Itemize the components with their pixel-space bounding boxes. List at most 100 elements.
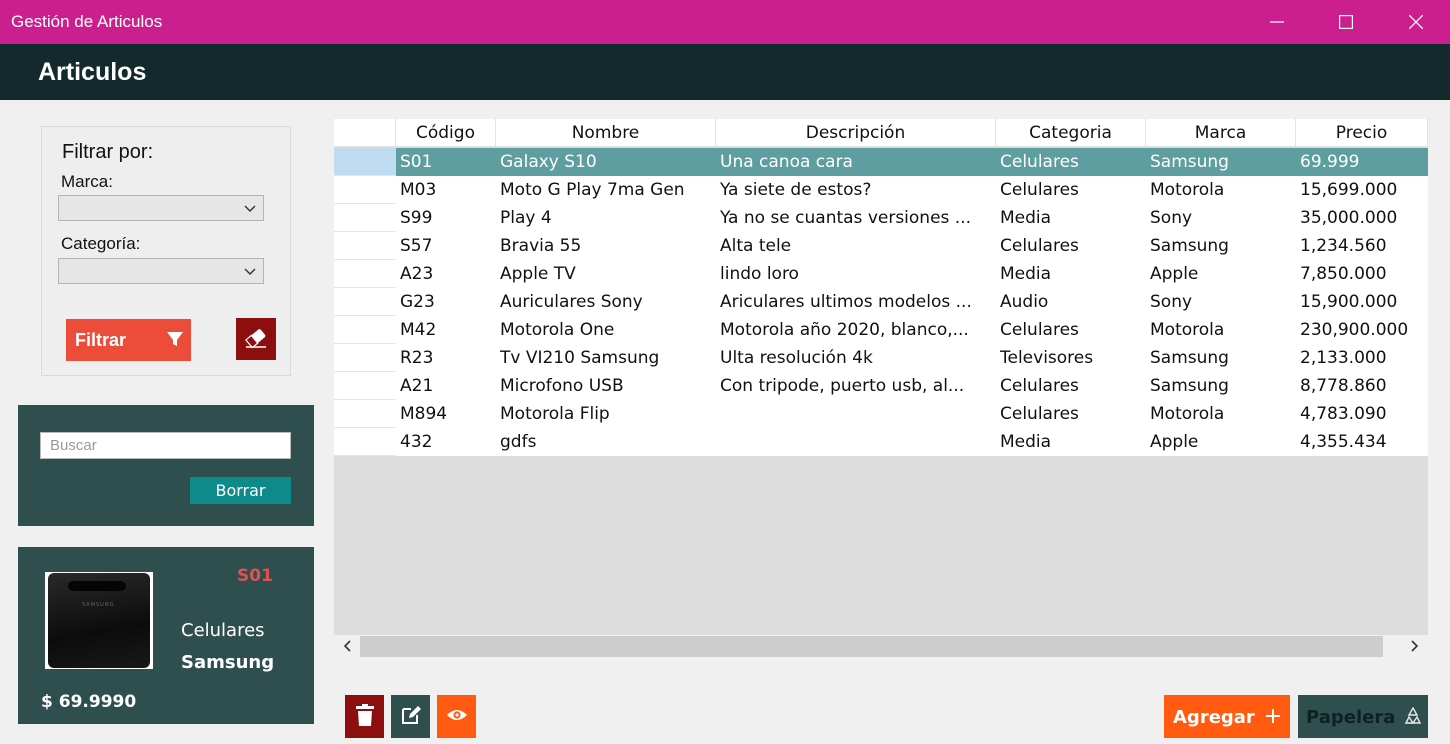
- maximize-button[interactable]: [1311, 0, 1381, 44]
- cell-description[interactable]: [716, 400, 996, 428]
- cell-description[interactable]: Alta tele: [716, 232, 996, 260]
- table-row[interactable]: S57 Bravia 55 Alta tele Celulares Samsung 1,2…: [334, 232, 1428, 260]
- filter-button[interactable]: Filtrar: [66, 319, 191, 361]
- row-header[interactable]: [334, 372, 396, 400]
- cell-code[interactable]: S57: [396, 232, 496, 260]
- cell-price[interactable]: 7,850.000: [1296, 260, 1428, 288]
- table-row[interactable]: M894 Motorola Flip Celulares Motorola 4,783.…: [334, 400, 1428, 428]
- cell-category[interactable]: Celulares: [996, 372, 1146, 400]
- clear-search-button[interactable]: Borrar: [190, 477, 291, 504]
- cell-brand[interactable]: Samsung: [1146, 344, 1296, 372]
- cell-brand[interactable]: Motorola: [1146, 176, 1296, 204]
- table-row[interactable]: 432 gdfs Media Apple 4,355.434: [334, 428, 1428, 456]
- cell-brand[interactable]: Motorola: [1146, 400, 1296, 428]
- cell-code[interactable]: A21: [396, 372, 496, 400]
- row-header[interactable]: [334, 204, 396, 232]
- cell-category[interactable]: Televisores: [996, 344, 1146, 372]
- cell-description[interactable]: Con tripode, puerto usb, al...: [716, 372, 996, 400]
- column-header-description[interactable]: Descripción: [716, 119, 996, 147]
- view-button[interactable]: [437, 695, 476, 738]
- cell-code[interactable]: A23: [396, 260, 496, 288]
- cell-price[interactable]: 15,900.000: [1296, 288, 1428, 316]
- cell-name[interactable]: Microfono USB: [496, 372, 716, 400]
- cell-price[interactable]: 69.999: [1296, 148, 1428, 176]
- cell-category[interactable]: Celulares: [996, 148, 1146, 176]
- cell-category[interactable]: Celulares: [996, 176, 1146, 204]
- clear-filter-button[interactable]: [236, 318, 276, 360]
- brand-select[interactable]: [58, 195, 264, 221]
- articles-table[interactable]: Código Nombre Descripción Categoria Marc…: [334, 119, 1428, 658]
- close-button[interactable]: [1381, 0, 1450, 44]
- row-header[interactable]: [334, 260, 396, 288]
- row-header[interactable]: [334, 148, 396, 176]
- cell-description[interactable]: Una canoa cara: [716, 148, 996, 176]
- trash-bin-button[interactable]: Papelera: [1298, 695, 1428, 738]
- cell-code[interactable]: R23: [396, 344, 496, 372]
- cell-description[interactable]: lindo loro: [716, 260, 996, 288]
- row-header[interactable]: [334, 288, 396, 316]
- cell-name[interactable]: Tv VI210 Samsung: [496, 344, 716, 372]
- cell-brand[interactable]: Apple: [1146, 428, 1296, 456]
- cell-price[interactable]: 4,355.434: [1296, 428, 1428, 456]
- row-header[interactable]: [334, 232, 396, 260]
- cell-category[interactable]: Media: [996, 428, 1146, 456]
- cell-price[interactable]: 15,699.000: [1296, 176, 1428, 204]
- cell-name[interactable]: Galaxy S10: [496, 148, 716, 176]
- cell-price[interactable]: 1,234.560: [1296, 232, 1428, 260]
- cell-description[interactable]: [716, 428, 996, 456]
- cell-price[interactable]: 230,900.000: [1296, 316, 1428, 344]
- cell-price[interactable]: 8,778.860: [1296, 372, 1428, 400]
- cell-name[interactable]: gdfs: [496, 428, 716, 456]
- cell-name[interactable]: Moto G Play 7ma Gen: [496, 176, 716, 204]
- cell-category[interactable]: Celulares: [996, 232, 1146, 260]
- cell-category[interactable]: Media: [996, 260, 1146, 288]
- cell-description[interactable]: Motorola año 2020, blanco,...: [716, 316, 996, 344]
- cell-brand[interactable]: Motorola: [1146, 316, 1296, 344]
- scroll-left-icon[interactable]: [342, 639, 352, 653]
- cell-code[interactable]: S01: [396, 148, 496, 176]
- table-row[interactable]: R23 Tv VI210 Samsung Ulta resolución 4k Tel…: [334, 344, 1428, 372]
- cell-brand[interactable]: Samsung: [1146, 232, 1296, 260]
- table-row[interactable]: G23 Auriculares Sony Ariculares ultimos mo…: [334, 288, 1428, 316]
- column-header-category[interactable]: Categoria: [996, 119, 1146, 147]
- category-select[interactable]: [58, 258, 264, 284]
- add-button[interactable]: Agregar: [1164, 695, 1290, 738]
- cell-price[interactable]: 4,783.090: [1296, 400, 1428, 428]
- row-header[interactable]: [334, 316, 396, 344]
- cell-brand[interactable]: Samsung: [1146, 372, 1296, 400]
- row-header[interactable]: [334, 400, 396, 428]
- cell-code[interactable]: M03: [396, 176, 496, 204]
- column-header-price[interactable]: Precio: [1296, 119, 1428, 147]
- table-row[interactable]: M03 Moto G Play 7ma Gen Ya siete de estos?…: [334, 176, 1428, 204]
- row-header[interactable]: [334, 176, 396, 204]
- cell-name[interactable]: Play 4: [496, 204, 716, 232]
- table-row[interactable]: A21 Microfono USB Con tripode, puerto usb,…: [334, 372, 1428, 400]
- delete-button[interactable]: [345, 695, 384, 738]
- cell-description[interactable]: Ulta resolución 4k: [716, 344, 996, 372]
- row-header[interactable]: [334, 344, 396, 372]
- cell-brand[interactable]: Sony: [1146, 288, 1296, 316]
- cell-category[interactable]: Audio: [996, 288, 1146, 316]
- table-row[interactable]: M42 Motorola One Motorola año 2020, blanco…: [334, 316, 1428, 344]
- cell-category[interactable]: Celulares: [996, 400, 1146, 428]
- column-header-name[interactable]: Nombre: [496, 119, 716, 147]
- table-row[interactable]: A23 Apple TV lindo loro Media Apple 7,850.000: [334, 260, 1428, 288]
- cell-name[interactable]: Motorola Flip: [496, 400, 716, 428]
- cell-code[interactable]: M42: [396, 316, 496, 344]
- table-row[interactable]: S01 Galaxy S10 Una canoa cara Celulares Sams…: [334, 148, 1428, 176]
- row-header[interactable]: [334, 428, 396, 456]
- cell-name[interactable]: Auriculares Sony: [496, 288, 716, 316]
- cell-description[interactable]: Ya no se cuantas versiones ...: [716, 204, 996, 232]
- cell-description[interactable]: Ariculares ultimos modelos ...: [716, 288, 996, 316]
- cell-brand[interactable]: Sony: [1146, 204, 1296, 232]
- cell-code[interactable]: G23: [396, 288, 496, 316]
- cell-category[interactable]: Celulares: [996, 316, 1146, 344]
- scrollbar-thumb[interactable]: [360, 636, 1383, 657]
- cell-code[interactable]: S99: [396, 204, 496, 232]
- search-input[interactable]: [40, 432, 291, 459]
- cell-price[interactable]: 2,133.000: [1296, 344, 1428, 372]
- column-header-brand[interactable]: Marca: [1146, 119, 1296, 147]
- table-row[interactable]: S99 Play 4 Ya no se cuantas versiones ... M…: [334, 204, 1428, 232]
- cell-code[interactable]: 432: [396, 428, 496, 456]
- cell-brand[interactable]: Samsung: [1146, 148, 1296, 176]
